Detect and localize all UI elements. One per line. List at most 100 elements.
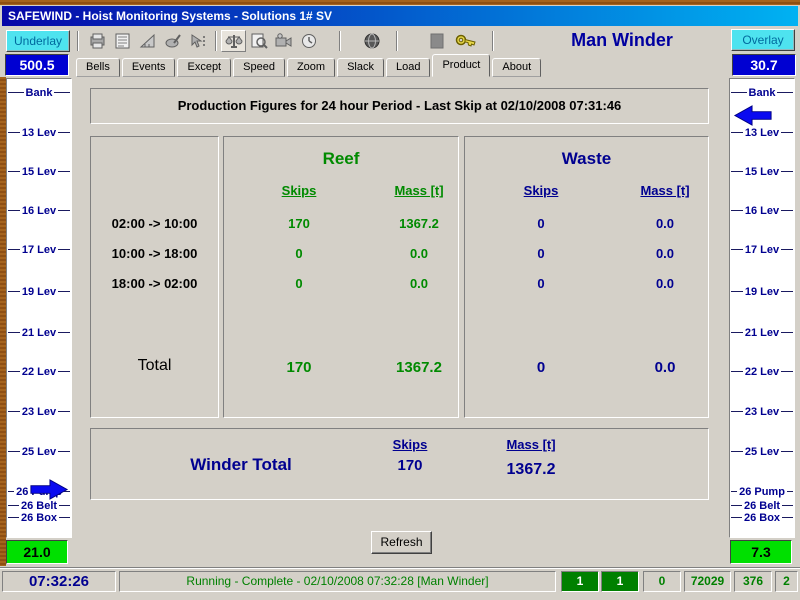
waste-total-skips: 0 bbox=[486, 359, 596, 376]
waste-mass-value: 0.0 bbox=[615, 246, 715, 261]
reef-skips-value: 0 bbox=[244, 276, 354, 291]
window-title: SAFEWIND - Hoist Monitoring Systems - So… bbox=[8, 9, 332, 23]
tab-zoom[interactable]: Zoom bbox=[287, 58, 335, 77]
winder-mass-header: Mass [t] bbox=[481, 437, 581, 452]
level-marker: Bank bbox=[731, 86, 793, 99]
level-marker: 22 Lev bbox=[731, 365, 793, 378]
level-marker: 23 Lev bbox=[8, 405, 70, 418]
status-clock: 07:32:26 bbox=[2, 571, 116, 592]
toolbar-separator bbox=[215, 31, 216, 51]
toolbar-separator bbox=[339, 31, 340, 51]
overlay-button[interactable]: Overlay bbox=[731, 29, 795, 51]
speed-gauge-right: 7.3 bbox=[730, 540, 792, 564]
winder-total-label: Winder Total bbox=[141, 455, 341, 475]
level-marker: 16 Lev bbox=[8, 204, 70, 217]
application-window: SAFEWIND - Hoist Monitoring Systems - So… bbox=[0, 0, 800, 600]
level-marker: 13 Lev bbox=[8, 126, 70, 139]
clock-icon[interactable] bbox=[296, 30, 321, 52]
tab-product[interactable]: Product bbox=[432, 54, 490, 77]
level-marker: 23 Lev bbox=[731, 405, 793, 418]
reef-total-mass: 1367.2 bbox=[369, 359, 469, 376]
level-marker: 15 Lev bbox=[8, 165, 70, 178]
waste-mass-header: Mass [t] bbox=[615, 183, 715, 198]
hand-write-icon[interactable] bbox=[160, 30, 185, 52]
tab-speed[interactable]: Speed bbox=[233, 58, 285, 77]
reef-skips-header: Skips bbox=[244, 183, 354, 198]
status-counter: 1 bbox=[561, 571, 599, 592]
tab-events[interactable]: Events bbox=[122, 58, 176, 77]
tab-slack[interactable]: Slack bbox=[337, 58, 384, 77]
winder-skips-value: 170 bbox=[360, 457, 460, 474]
production-header-panel: Production Figures for 24 hour Period - … bbox=[90, 88, 709, 124]
waste-skips-header: Skips bbox=[486, 183, 596, 198]
total-row-label: Total bbox=[91, 357, 218, 375]
globe-icon[interactable] bbox=[359, 30, 384, 52]
winder-skips-header: Skips bbox=[360, 437, 460, 452]
level-marker: 26 Box bbox=[8, 511, 70, 524]
waste-mass-value: 0.0 bbox=[615, 216, 715, 231]
stop-icon[interactable] bbox=[424, 30, 449, 52]
reef-total-skips: 170 bbox=[244, 359, 354, 376]
status-bar: 07:32:26 Running - Complete - 02/10/2008… bbox=[0, 567, 800, 595]
camera-icon[interactable] bbox=[271, 30, 296, 52]
reef-mass-value: 0.0 bbox=[369, 276, 469, 291]
reef-skips-value: 0 bbox=[244, 246, 354, 261]
waste-panel: Waste Skips Mass [t] 0 0.0 0 0.0 0 0.0 0… bbox=[464, 136, 709, 418]
refresh-button[interactable]: Refresh bbox=[371, 531, 432, 554]
title-bar: SAFEWIND - Hoist Monitoring Systems - So… bbox=[2, 6, 798, 26]
waste-skips-value: 0 bbox=[486, 276, 596, 291]
waste-skips-value: 0 bbox=[486, 246, 596, 261]
key-icon[interactable] bbox=[453, 30, 478, 52]
toolbar-separator bbox=[396, 31, 397, 51]
log-icon[interactable] bbox=[110, 30, 135, 52]
status-counter: 1 bbox=[601, 571, 639, 592]
status-counter: 72029 bbox=[684, 571, 731, 592]
tab-about[interactable]: About bbox=[492, 58, 541, 77]
toolbar: Underlay bbox=[2, 26, 798, 55]
status-counter: 2 bbox=[775, 571, 798, 592]
toolbar-separator bbox=[492, 31, 493, 51]
level-marker: 21 Lev bbox=[8, 326, 70, 339]
waste-total-mass: 0.0 bbox=[615, 359, 715, 376]
tab-bells[interactable]: Bells bbox=[76, 58, 120, 77]
underlay-button[interactable]: Underlay bbox=[6, 30, 70, 52]
reef-skips-value: 170 bbox=[244, 216, 354, 231]
level-marker: 17 Lev bbox=[8, 243, 70, 256]
conveyance-position-arrow-right bbox=[29, 477, 69, 507]
speed-gauge-left: 21.0 bbox=[6, 540, 68, 564]
production-header-text: Production Figures for 24 hour Period - … bbox=[91, 89, 708, 123]
reef-mass-value: 0.0 bbox=[369, 246, 469, 261]
depth-value-left: 500.5 bbox=[5, 54, 69, 76]
level-marker: Bank bbox=[8, 86, 70, 99]
period-row-label: 10:00 -> 18:00 bbox=[91, 246, 218, 261]
waste-mass-value: 0.0 bbox=[615, 276, 715, 291]
level-marker: 25 Lev bbox=[8, 445, 70, 458]
level-marker: 21 Lev bbox=[731, 326, 793, 339]
report-icon[interactable] bbox=[85, 30, 110, 52]
level-marker: 26 Box bbox=[731, 511, 793, 524]
shaft-levels-left: Bank 13 Lev 15 Lev 16 Lev 17 Lev 19 Lev … bbox=[6, 78, 72, 538]
period-column-panel: 02:00 -> 10:00 10:00 -> 18:00 18:00 -> 0… bbox=[90, 136, 219, 418]
status-counter: 0 bbox=[643, 571, 681, 592]
period-row-label: 02:00 -> 10:00 bbox=[91, 216, 218, 231]
waste-title: Waste bbox=[465, 149, 708, 169]
depth-value-right: 30.7 bbox=[732, 54, 796, 76]
waste-skips-value: 0 bbox=[486, 216, 596, 231]
scales-icon[interactable] bbox=[221, 30, 246, 52]
search-doc-icon[interactable] bbox=[246, 30, 271, 52]
reef-mass-value: 1367.2 bbox=[369, 216, 469, 231]
reef-panel: Reef Skips Mass [t] 170 1367.2 0 0.0 0 0… bbox=[223, 136, 459, 418]
shaft-levels-right: Bank 13 Lev 15 Lev 16 Lev 17 Lev 19 Lev … bbox=[729, 78, 795, 538]
conveyance-position-arrow-left bbox=[733, 103, 773, 133]
winder-total-panel: Winder Total Skips 170 Mass [t] 1367.2 bbox=[90, 428, 709, 500]
tab-except[interactable]: Except bbox=[177, 58, 231, 77]
tab-load[interactable]: Load bbox=[386, 58, 430, 77]
level-marker: 26 Pump bbox=[731, 485, 793, 498]
pointer-icon[interactable] bbox=[185, 30, 210, 52]
level-marker: 22 Lev bbox=[8, 365, 70, 378]
ruler-icon[interactable] bbox=[135, 30, 160, 52]
tab-bar: Bells Events Except Speed Zoom Slack Loa… bbox=[76, 56, 543, 77]
level-marker: 15 Lev bbox=[731, 165, 793, 178]
status-message: Running - Complete - 02/10/2008 07:32:28… bbox=[119, 571, 556, 592]
reef-mass-header: Mass [t] bbox=[369, 183, 469, 198]
